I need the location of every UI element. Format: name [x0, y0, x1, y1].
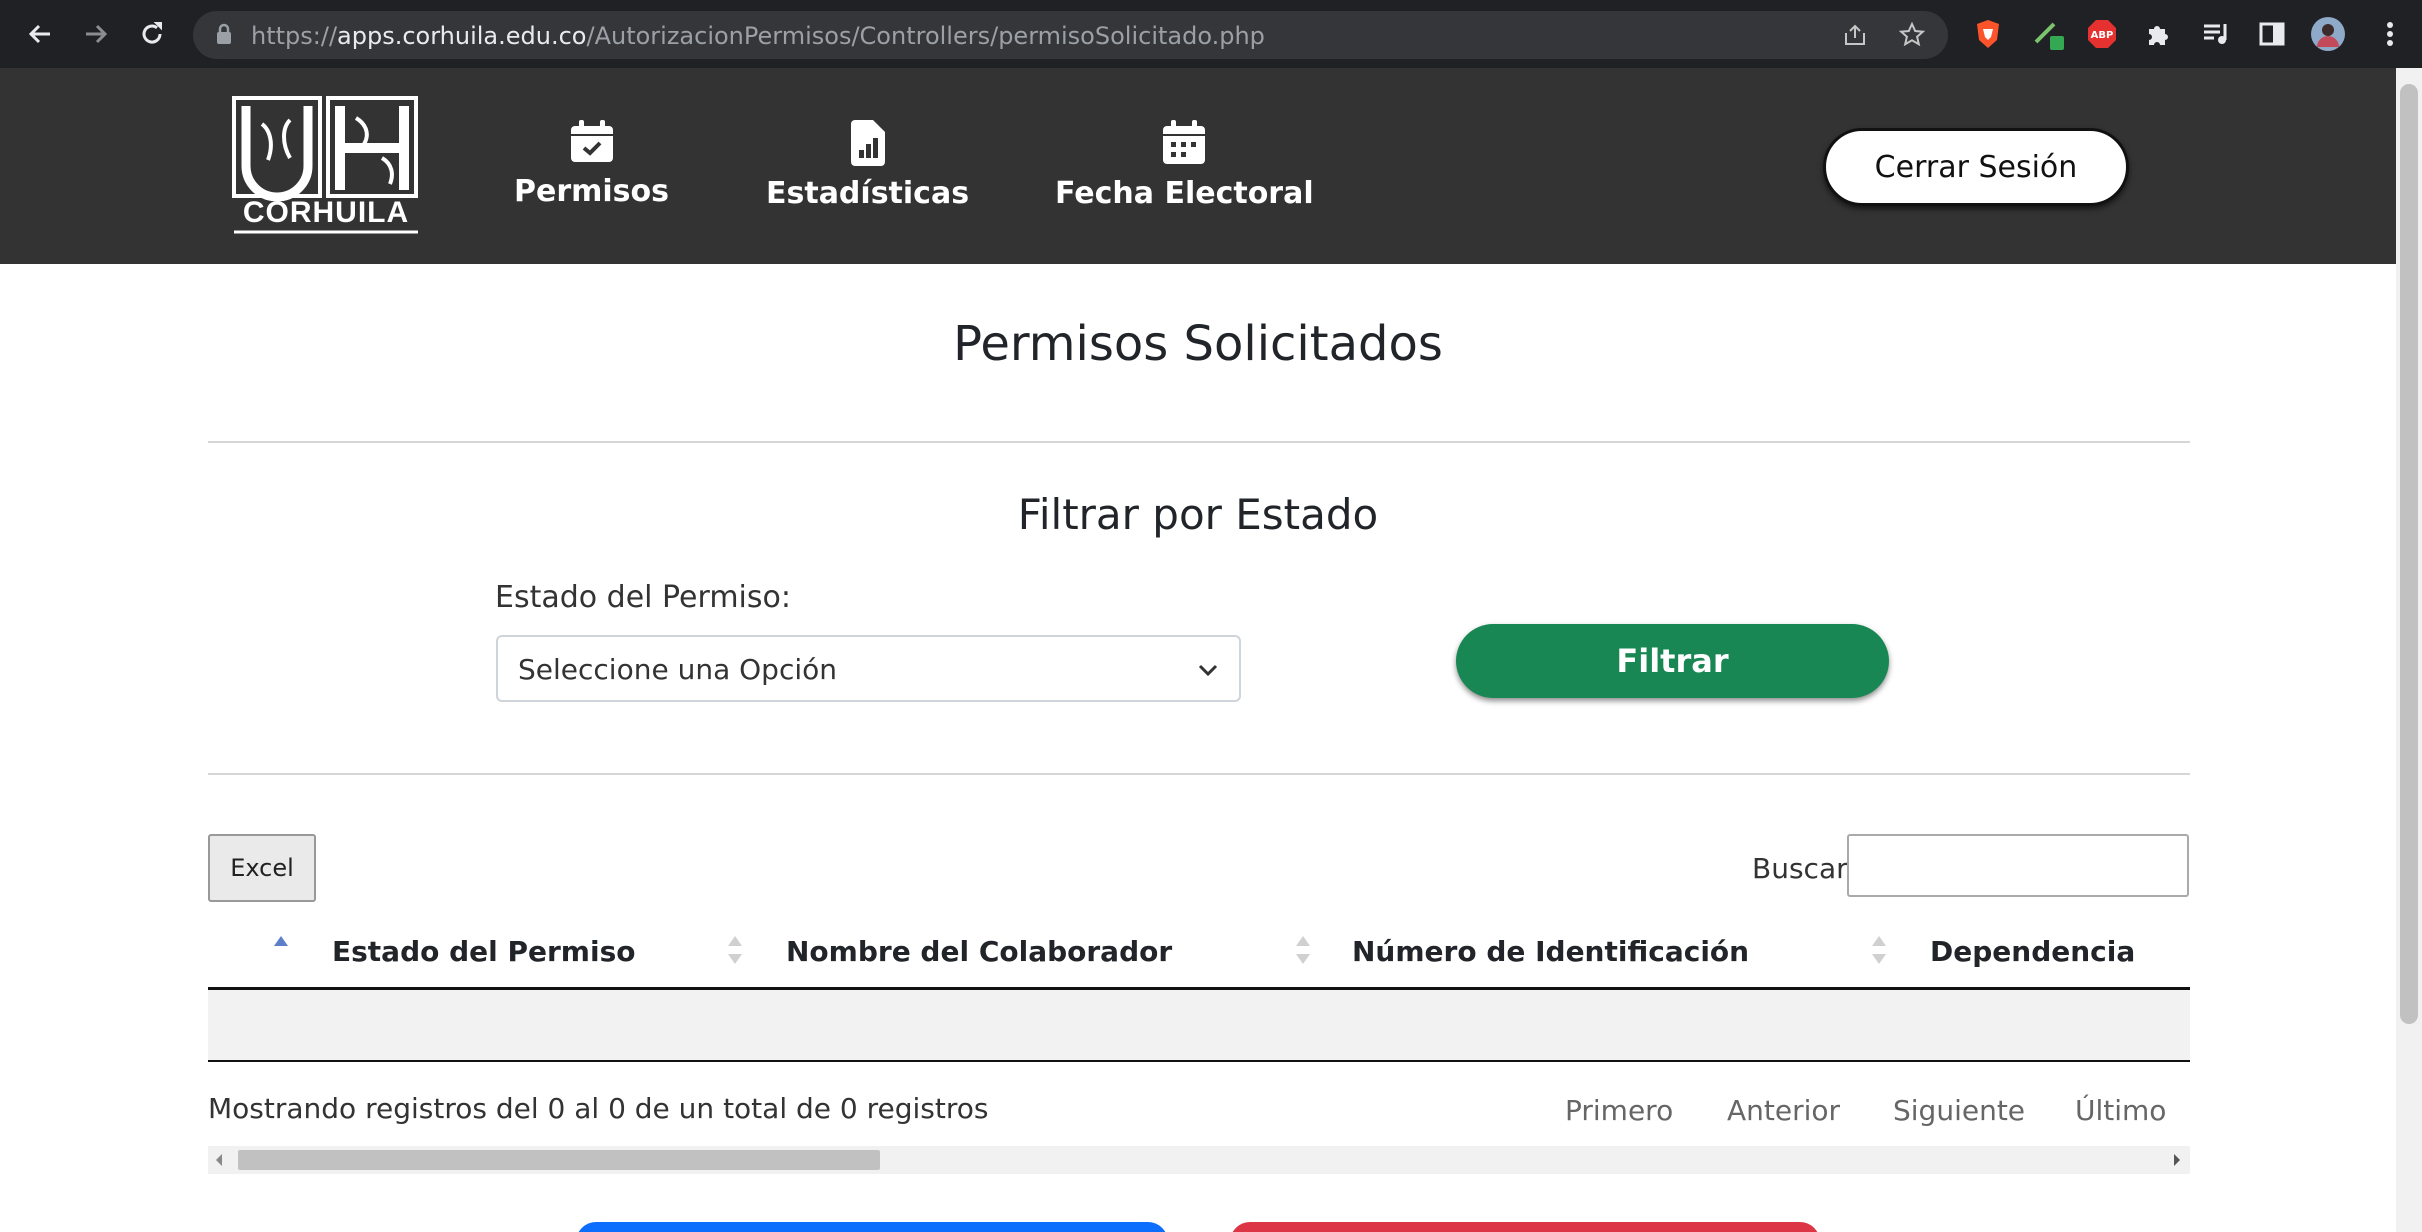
nav-label: Fecha Electoral	[1055, 176, 1314, 211]
logout-button[interactable]: Cerrar Sesión	[1823, 128, 2129, 206]
scroll-left-icon[interactable]	[214, 1152, 224, 1172]
calendar-dots-icon	[1161, 120, 1207, 170]
divider	[208, 773, 2190, 775]
bottom-action-button-red[interactable]	[1230, 1222, 1820, 1232]
brave-shield-icon[interactable]	[1968, 14, 2008, 54]
column-header-dependencia[interactable]: Dependencia	[1930, 935, 2135, 968]
scroll-right-icon[interactable]	[2172, 1152, 2182, 1172]
column-header-estado[interactable]: Estado del Permiso	[332, 935, 635, 968]
divider	[208, 441, 2190, 443]
browser-toolbar: https://apps.corhuila.edu.co/Autorizacio…	[0, 0, 2422, 68]
filter-section-title: Filtrar por Estado	[1017, 490, 1379, 539]
site-header: CORHUILA Permisos Estadísticas Fecha Ele…	[0, 68, 2396, 264]
table-horizontal-scrollbar[interactable]	[208, 1146, 2190, 1174]
share-icon[interactable]	[1843, 23, 1869, 51]
column-header-identificacion[interactable]: Número de Identificación	[1352, 935, 1749, 968]
status-select[interactable]: Seleccione una Opción	[496, 635, 1241, 702]
bookmark-star-icon[interactable]	[1898, 21, 1926, 53]
search-label: Buscar:	[1752, 852, 1857, 885]
table-info: Mostrando registros del 0 al 0 de un tot…	[208, 1092, 989, 1125]
status-field-label: Estado del Permiso:	[495, 580, 791, 615]
nav-estadisticas[interactable]: Estadísticas	[766, 120, 969, 211]
nav-label: Permisos	[514, 174, 669, 209]
address-bar[interactable]: https://apps.corhuila.edu.co/Autorizacio…	[193, 11, 1948, 59]
forward-icon[interactable]	[76, 14, 116, 54]
pagination-last[interactable]: Último	[2075, 1094, 2166, 1127]
nav-fecha-electoral[interactable]: Fecha Electoral	[1055, 120, 1314, 211]
sort-icon[interactable]	[1872, 936, 1886, 966]
url-scheme: https://	[251, 22, 338, 50]
browser-menu-icon[interactable]	[2370, 14, 2410, 54]
excel-export-button[interactable]: Excel	[208, 834, 316, 902]
pagination-first[interactable]: Primero	[1565, 1094, 1673, 1127]
pagination-next[interactable]: Siguiente	[1893, 1094, 2025, 1127]
svg-text:ABP: ABP	[2091, 30, 2114, 41]
corhuila-logo[interactable]: CORHUILA	[232, 96, 420, 236]
calendar-check-icon	[569, 120, 615, 168]
sort-icon[interactable]	[1296, 936, 1310, 966]
logo-text: CORHUILA	[242, 196, 410, 229]
search-input[interactable]	[1847, 834, 2189, 897]
nav-label: Estadísticas	[766, 176, 970, 211]
table-row	[208, 990, 2190, 1060]
page-scrollbar[interactable]	[2396, 68, 2422, 1232]
adblock-plus-icon[interactable]: ABP	[2082, 14, 2122, 54]
url-host: apps.corhuila.edu.co	[337, 22, 587, 50]
chevron-down-icon	[1197, 659, 1219, 685]
column-header-nombre[interactable]: Nombre del Colaborador	[786, 935, 1172, 968]
side-panel-icon[interactable]	[2252, 14, 2292, 54]
lock-icon	[215, 23, 233, 49]
media-queue-icon[interactable]	[2196, 14, 2236, 54]
horizontal-scroll-thumb[interactable]	[238, 1150, 880, 1170]
pagination-previous[interactable]: Anterior	[1727, 1094, 1840, 1127]
sort-icon[interactable]	[728, 936, 742, 966]
bottom-action-button-blue[interactable]	[576, 1222, 1168, 1232]
nav-permisos[interactable]: Permisos	[514, 120, 669, 209]
table-bottom-border	[208, 1060, 2190, 1062]
reload-icon[interactable]	[132, 14, 172, 54]
extension-pen-icon[interactable]	[2030, 14, 2070, 54]
file-chart-icon	[849, 120, 887, 170]
url-text: https://apps.corhuila.edu.co/Autorizacio…	[251, 22, 1265, 50]
url-path: /AutorizacionPermisos/Controllers/permis…	[586, 22, 1265, 50]
sort-asc-icon[interactable]	[274, 936, 288, 966]
extensions-puzzle-icon[interactable]	[2138, 14, 2178, 54]
profile-avatar-icon[interactable]	[2308, 14, 2348, 54]
status-select-value: Seleccione una Opción	[518, 653, 837, 686]
page-title: Permisos Solicitados	[953, 316, 1443, 372]
filter-button[interactable]: Filtrar	[1456, 624, 1889, 698]
back-icon[interactable]	[20, 14, 60, 54]
scrollbar-thumb[interactable]	[2400, 84, 2418, 1024]
